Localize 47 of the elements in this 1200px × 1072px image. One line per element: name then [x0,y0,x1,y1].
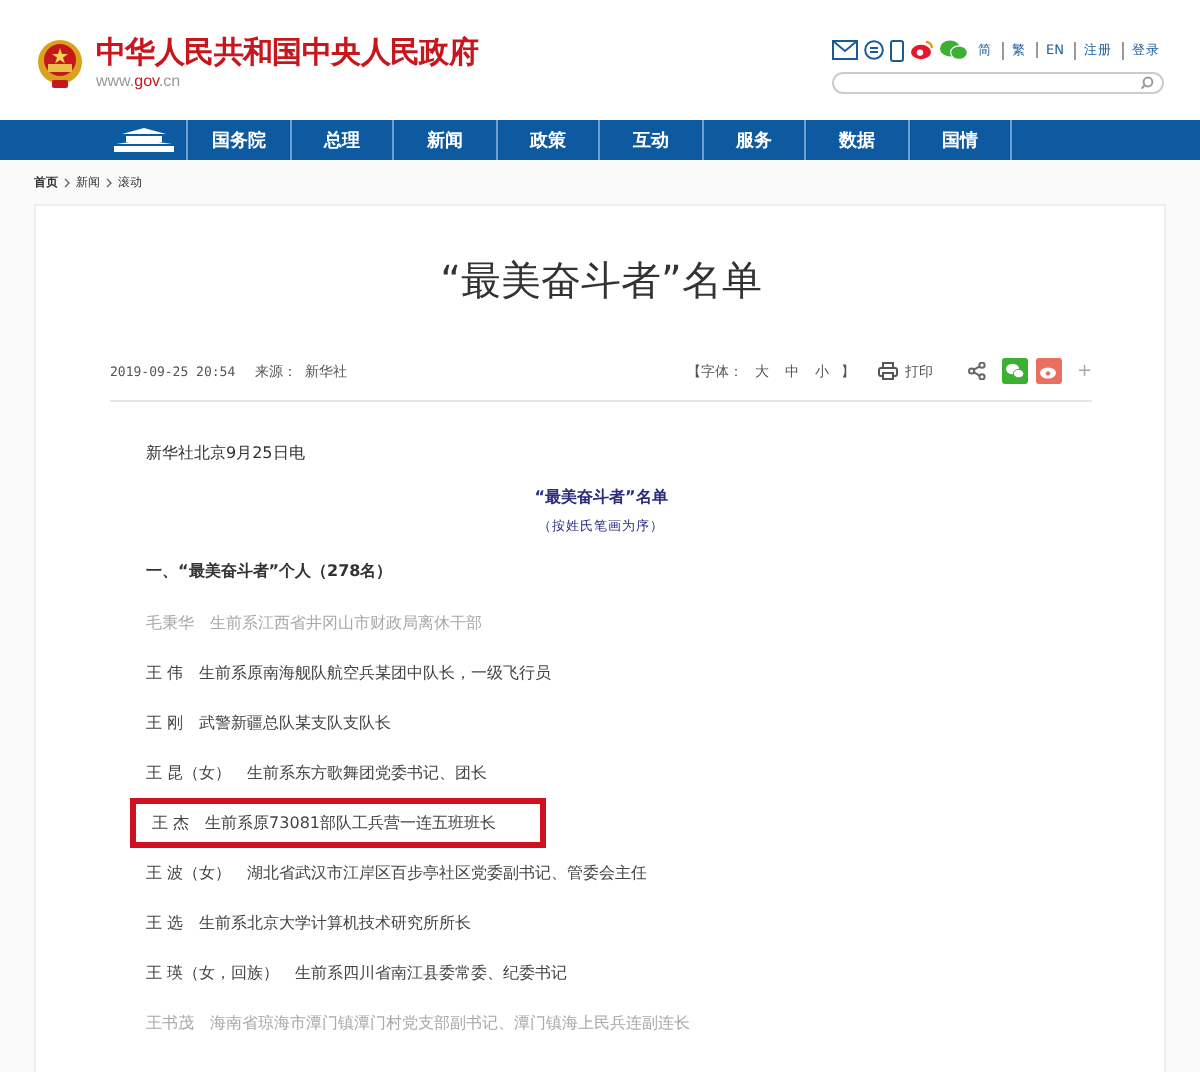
section-heading: 一、“最美奋斗者”个人（278名） [146,560,395,582]
search-icon[interactable] [1140,75,1154,89]
person-description: 武警新疆总队某支队支队长 [199,712,392,734]
nav-tab[interactable]: 总理 [291,120,394,160]
person-description: 生前系东方歌舞团党委书记、团长 [247,762,488,784]
nav-tab[interactable]: 互动 [600,120,703,160]
site-title[interactable]: 中华人民共和国中央人民政府 [96,38,479,68]
chevron-icon [106,177,112,187]
print-icon[interactable] [878,362,899,380]
person-description: 生前系原73081部队工兵营一连五班班长 [205,812,496,834]
weibo-share-icon[interactable] [1036,358,1063,384]
person-name: 王 伟 [146,662,184,684]
site-domain: www.gov.cn [96,74,183,90]
person-description: 生前系北京大学计算机技术研究所所长 [199,912,472,934]
person-name: 王 昆（女） [146,762,232,784]
nav-tab[interactable]: 服务 [703,120,806,160]
person-name: 王 杰 [152,812,190,834]
person-description: 生前系四川省南江县委常委、纪委书记 [295,962,568,984]
nav-tab[interactable]: 国务院 [188,120,291,160]
wechat-icon[interactable] [940,40,969,60]
gate-icon[interactable] [109,126,177,154]
article-title: “最美奋斗者”名单 [438,254,764,308]
list-title: “最美奋斗者”名单 [532,486,670,508]
person-name: 王书茂 [146,1012,194,1034]
mail-icon[interactable] [832,40,859,60]
share-icon[interactable] [968,362,987,380]
person-description: 生前系江西省井冈山市财政局离休干部 [210,612,482,634]
dateline-text: 新华社北京9月25日电 [146,442,307,464]
search-field[interactable] [832,71,1164,93]
nav-tab[interactable]: 国情 [909,120,1012,160]
wechat-share-icon[interactable] [1002,358,1029,384]
person-name: 王 刚 [146,712,184,734]
nav-tab[interactable]: 新闻 [394,120,497,160]
person-name: 王 瑛（女，回族） [146,962,280,984]
weibo-icon[interactable] [910,40,935,60]
chevron-icon [64,177,70,187]
phone-icon[interactable] [890,39,905,61]
emblem-icon [36,38,84,90]
person-name: 王 波（女） [146,862,232,884]
person-description: 海南省琼海市潭门镇潭门村党支部副书记、潭门镇海上民兵连副连长 [210,1012,690,1034]
nav-tab[interactable]: 数据 [806,120,909,160]
person-description: 生前系原南海舰队航空兵某团中队长，一级飞行员 [199,662,552,684]
person-description: 湖北省武汉市江岸区百步亭社区党委副书记、管委会主任 [247,862,648,884]
person-name: 王 选 [146,912,184,934]
person-name: 毛秉华 [146,612,194,634]
nav-tab[interactable]: 政策 [497,120,600,160]
message-icon[interactable] [864,40,885,60]
